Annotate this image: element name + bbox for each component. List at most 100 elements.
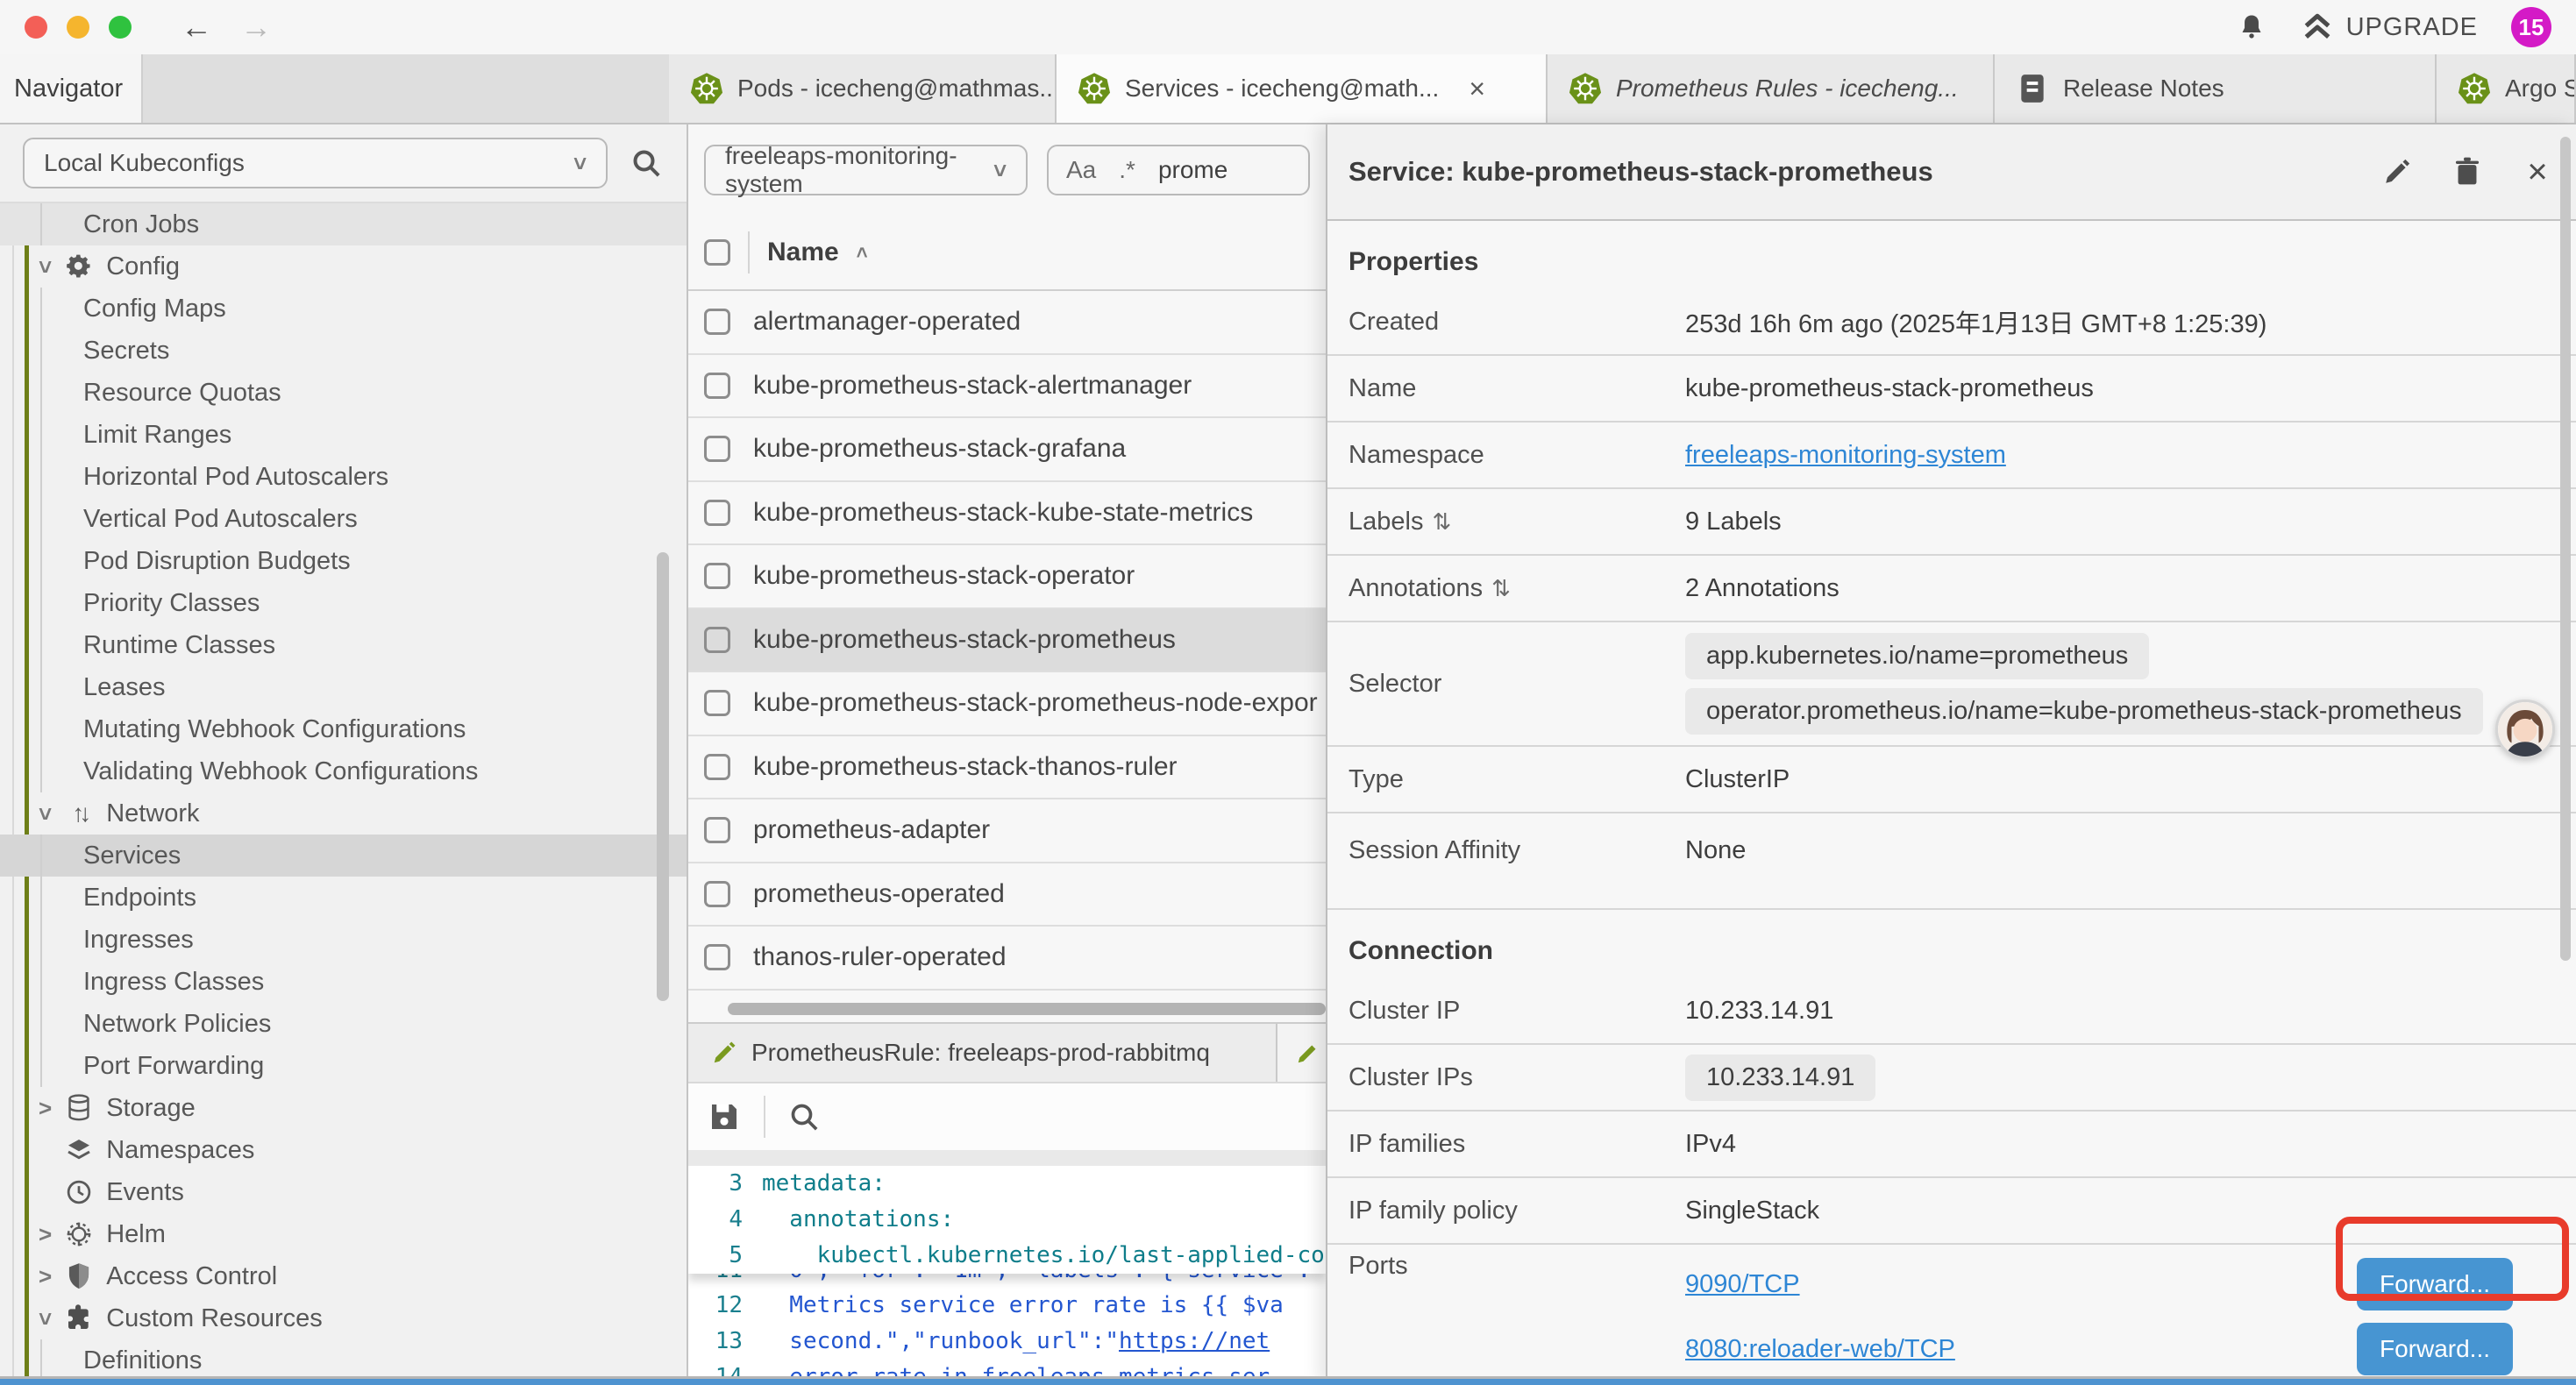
sidebar-item-helm[interactable]: >Helm [0,1213,687,1255]
row-checkbox[interactable] [704,944,730,970]
window-controls[interactable] [25,16,132,39]
sidebar-item-endpoints[interactable]: Endpoints [0,877,687,919]
match-case-toggle[interactable]: Aa [1066,156,1096,184]
forward-arrow-icon[interactable]: → [240,11,272,43]
sidebar-item-access-control[interactable]: >Access Control [0,1255,687,1297]
service-row-prometheus-operated[interactable]: prometheus-operated [688,863,1326,927]
tab-release[interactable]: Release Notes [1995,54,2437,123]
sidebar-item-network-policies[interactable]: Network Policies [0,1003,687,1045]
sidebar-item-secrets[interactable]: Secrets [0,330,687,372]
sidebar-item-ingress-classes[interactable]: Ingress Classes [0,961,687,1003]
service-row-prometheus-adapter[interactable]: prometheus-adapter [688,799,1326,863]
back-arrow-icon[interactable]: ← [181,11,212,43]
service-row-kube-prometheus-stack-operator[interactable]: kube-prometheus-stack-operator [688,545,1326,609]
row-checkbox[interactable] [704,881,730,907]
sidebar-item-network[interactable]: >↑↓Network [0,792,687,835]
service-row-kube-prometheus-stack-alertmanager[interactable]: kube-prometheus-stack-alertmanager [688,355,1326,419]
sort-asc-icon[interactable]: > [850,247,873,259]
regex-toggle[interactable]: .* [1119,156,1135,184]
chevron-right-icon[interactable]: > [39,1263,52,1290]
chevron-down-icon[interactable]: > [32,806,59,820]
sort-toggle-icon[interactable]: ⇅ [1432,508,1451,536]
code-link[interactable]: https://net [1119,1328,1270,1354]
sidebar-item-config[interactable]: >Config [0,245,687,288]
service-row-kube-prometheus-stack-kube-state-metrics[interactable]: kube-prometheus-stack-kube-state-metrics [688,482,1326,546]
service-row-kube-prometheus-stack-prometheus-node-expor[interactable]: kube-prometheus-stack-prometheus-node-ex… [688,672,1326,736]
sidebar-item-ingresses[interactable]: Ingresses [0,919,687,961]
sidebar-item-resource-quotas[interactable]: Resource Quotas [0,372,687,414]
row-checkbox[interactable] [704,436,730,462]
maximize-window-button[interactable] [109,16,132,39]
close-icon[interactable]: × [2520,154,2555,189]
minimize-window-button[interactable] [67,16,89,39]
upgrade-button[interactable]: UPGRADE [2301,11,2478,44]
sidebar-item-horizontal-pod-autoscalers[interactable]: Horizontal Pod Autoscalers [0,456,687,498]
sidebar-item-namespaces[interactable]: >Namespaces [0,1129,687,1171]
sidebar-item-custom-resources[interactable]: >Custom Resources [0,1297,687,1339]
yaml-editor[interactable]: 11 0", "for": "1m", "labels": {"service"… [688,1166,1326,1385]
tab-prometheus[interactable]: Prometheus Rules - icecheng... [1548,54,1995,123]
port-link[interactable]: 8080:reloader-web/TCP [1685,1335,1955,1364]
horizontal-scrollbar[interactable] [688,1003,1326,1015]
editor-search-icon[interactable] [786,1099,822,1134]
notification-badge[interactable]: 15 [2511,7,2551,47]
row-checkbox[interactable] [704,373,730,399]
sidebar-search-icon[interactable] [629,146,664,181]
kubeconfig-selector[interactable]: Local Kubeconfigs > [23,138,608,188]
sidebar-item-priority-classes[interactable]: Priority Classes [0,582,687,624]
sidebar-item-pod-disruption-budgets[interactable]: Pod Disruption Budgets [0,540,687,582]
forward-button[interactable]: Forward... [2357,1323,2513,1375]
editor-tab-prometheusrule[interactable]: PrometheusRule: freeleaps-prod-rabbitmq [688,1024,1277,1082]
save-icon[interactable] [706,1098,743,1135]
editor-scroll-strip[interactable] [688,1150,1326,1166]
row-checkbox[interactable] [704,563,730,589]
tab-services[interactable]: Services - icecheng@math...× [1057,54,1548,123]
sidebar-item-definitions[interactable]: Definitions [0,1339,687,1381]
chevron-down-icon[interactable]: > [32,1311,59,1325]
sidebar-item-cron-jobs[interactable]: Cron Jobs [0,203,687,245]
avatar[interactable] [2495,700,2555,759]
sidebar-item-validating-webhook-configurations[interactable]: Validating Webhook Configurations [0,750,687,792]
namespace-link[interactable]: freeleaps-monitoring-system [1685,441,2006,469]
namespace-filter-selector[interactable]: freeleaps-monitoring-system > [704,145,1028,195]
sidebar-item-port-forwarding[interactable]: Port Forwarding [0,1045,687,1087]
sidebar-item-limit-ranges[interactable]: Limit Ranges [0,414,687,456]
tab-pods[interactable]: Pods - icecheng@mathmas... [669,54,1057,123]
sidebar-item-storage[interactable]: >Storage [0,1087,687,1129]
row-checkbox[interactable] [704,690,730,716]
tab-argo[interactable]: Argo Se [2437,54,2576,123]
sidebar-item-mutating-webhook-configurations[interactable]: Mutating Webhook Configurations [0,708,687,750]
sidebar-item-config-maps[interactable]: Config Maps [0,288,687,330]
chevron-down-icon[interactable]: > [32,259,59,273]
close-tab-icon[interactable]: × [1469,73,1485,105]
row-checkbox[interactable] [704,500,730,526]
sidebar-item-services[interactable]: Services [0,835,687,877]
panel-scrollbar[interactable] [2560,137,2571,961]
close-window-button[interactable] [25,16,47,39]
sidebar-tab-navigator[interactable]: Navigator [0,54,143,123]
bell-icon[interactable] [2236,11,2267,43]
service-row-thanos-ruler-operated[interactable]: thanos-ruler-operated [688,927,1326,991]
select-all-checkbox[interactable] [704,239,730,266]
name-column-header[interactable]: Name [767,238,839,267]
sidebar-scrollbar[interactable] [657,552,669,1001]
service-row-kube-prometheus-stack-thanos-ruler[interactable]: kube-prometheus-stack-thanos-ruler [688,736,1326,800]
port-link[interactable]: 9090/TCP [1685,1270,1800,1299]
resource-search-input[interactable]: Aa .* prome [1047,145,1310,195]
sidebar-item-runtime-classes[interactable]: Runtime Classes [0,624,687,666]
sort-toggle-icon[interactable]: ⇅ [1491,575,1511,602]
editor-tab-next[interactable] [1277,1024,1326,1082]
row-checkbox[interactable] [704,817,730,843]
chevron-right-icon[interactable]: > [39,1221,52,1248]
sidebar-item-events[interactable]: >Events [0,1171,687,1213]
row-checkbox[interactable] [704,754,730,780]
delete-icon[interactable] [2450,154,2485,189]
service-row-kube-prometheus-stack-grafana[interactable]: kube-prometheus-stack-grafana [688,418,1326,482]
edit-icon[interactable] [2380,154,2415,189]
service-row-alertmanager-operated[interactable]: alertmanager-operated [688,291,1326,355]
service-row-kube-prometheus-stack-prometheus[interactable]: kube-prometheus-stack-prometheus [688,609,1326,673]
chevron-right-icon[interactable]: > [39,1095,52,1122]
row-checkbox[interactable] [704,627,730,653]
sidebar-item-leases[interactable]: Leases [0,666,687,708]
forward-button[interactable]: Forward... [2357,1258,2513,1310]
